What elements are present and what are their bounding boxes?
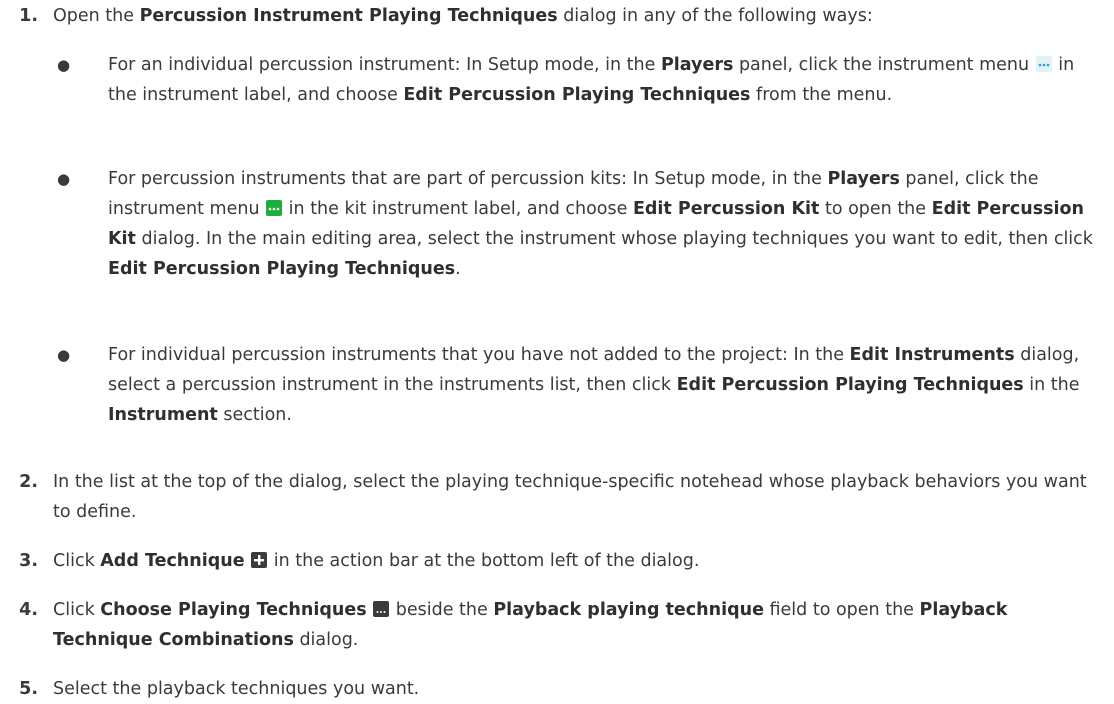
bullet-icon: ● xyxy=(57,170,71,188)
step-number: 1. xyxy=(19,6,38,26)
step-text: Click Add Technique in the action bar at… xyxy=(53,551,700,571)
step-text: Select the playback techniques you want. xyxy=(53,679,420,699)
step-number: 3. xyxy=(19,551,38,571)
bullet-icon: ● xyxy=(57,56,71,74)
more-menu-icon xyxy=(266,200,283,216)
bullet-icon: ● xyxy=(57,346,71,364)
ellipsis-icon xyxy=(373,601,390,617)
step-number: 4. xyxy=(19,600,38,620)
step-text: Click Choose Playing Techniques beside t… xyxy=(53,600,1008,650)
more-menu-icon xyxy=(1035,56,1052,72)
instructions-document: 1. Open the Percussion Instrument Playin… xyxy=(0,0,1114,699)
step-text: Open the Percussion Instrument Playing T… xyxy=(53,6,873,26)
dialog-name: Percussion Instrument Playing Techniques xyxy=(139,6,558,26)
step-number: 2. xyxy=(19,472,38,492)
step-text: In the list at the top of the dialog, se… xyxy=(53,472,1087,522)
plus-icon xyxy=(251,552,268,568)
step-number: 5. xyxy=(19,679,38,699)
